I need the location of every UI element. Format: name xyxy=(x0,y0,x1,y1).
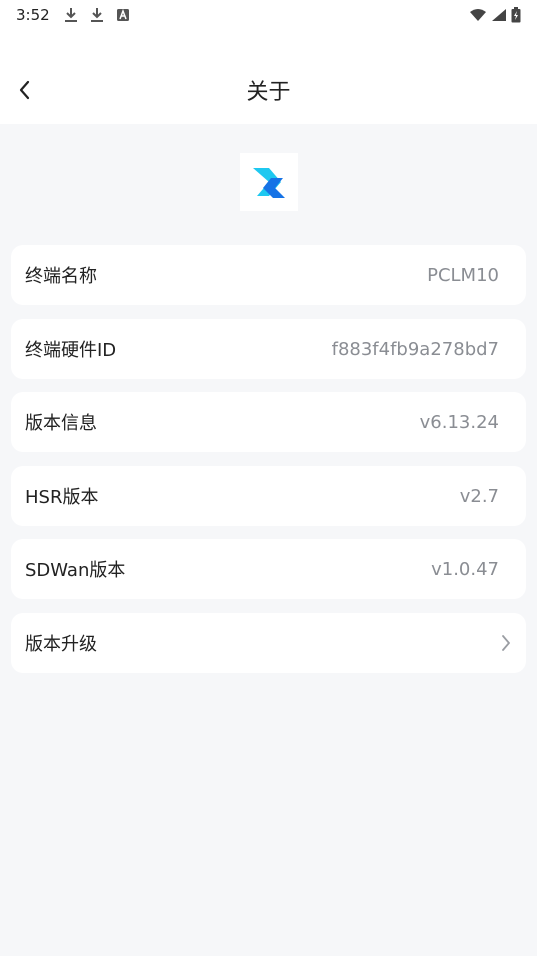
list-item-version-info: 版本信息 v6.13.24 xyxy=(11,392,526,452)
chevron-right-icon xyxy=(500,633,512,653)
item-value: f883f4fb9a278bd7 xyxy=(331,338,499,360)
item-label: HSR版本 xyxy=(25,487,99,508)
list-item-sdwan-version: SDWan版本 v1.0.47 xyxy=(11,539,526,599)
a-notification-icon xyxy=(116,8,130,22)
item-value: v1.0.47 xyxy=(431,558,499,580)
status-bar: 3:52 xyxy=(0,0,537,30)
item-value: v6.13.24 xyxy=(419,411,499,433)
item-label: 终端名称 xyxy=(25,266,97,287)
item-value: v2.7 xyxy=(459,485,499,507)
item-label: 版本升级 xyxy=(25,634,97,655)
app-logo-icon xyxy=(253,168,285,198)
list-item-hsr-version: HSR版本 v2.7 xyxy=(11,466,526,526)
list-item-version-upgrade[interactable]: 版本升级 xyxy=(11,613,526,673)
battery-charging-icon xyxy=(511,7,521,23)
item-label: 版本信息 xyxy=(25,413,97,434)
status-time: 3:52 xyxy=(16,6,50,24)
about-screen: 3:52 关于 终端名称 PCLM10 终端硬件ID f883f4fb9a278… xyxy=(0,0,537,956)
app-header: 关于 xyxy=(0,30,537,124)
item-label: SDWan版本 xyxy=(25,560,126,581)
item-label: 终端硬件ID xyxy=(25,340,117,361)
list-item-device-name: 终端名称 PCLM10 xyxy=(11,245,526,305)
status-notifications xyxy=(64,7,130,23)
download-icon xyxy=(64,7,78,23)
download-icon xyxy=(90,7,104,23)
page-title: 关于 xyxy=(246,80,291,105)
list-item-hardware-id: 终端硬件ID f883f4fb9a278bd7 xyxy=(11,319,526,379)
status-system-icons xyxy=(469,7,521,23)
item-value: PCLM10 xyxy=(427,264,499,286)
app-logo xyxy=(240,153,298,211)
wifi-icon xyxy=(469,8,487,22)
signal-icon xyxy=(491,8,507,22)
